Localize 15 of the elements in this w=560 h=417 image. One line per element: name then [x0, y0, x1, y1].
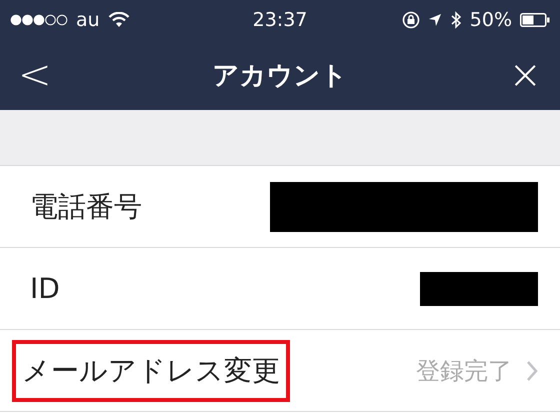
battery-percent: 50%: [470, 9, 512, 31]
row-value: 登録完了: [416, 356, 512, 386]
carrier-name: au: [76, 9, 100, 31]
rotation-lock-icon: [402, 11, 420, 29]
screen-title: アカウント: [212, 60, 348, 92]
back-button[interactable]: <: [14, 55, 56, 95]
bluetooth-icon: [450, 11, 462, 29]
signal-icon: [10, 14, 68, 26]
battery-icon: [520, 13, 550, 27]
status-time: 23:37: [252, 9, 308, 31]
close-button[interactable]: ×: [504, 55, 546, 95]
location-arrow-icon: [428, 13, 442, 27]
row-label[interactable]: 電話番号: [30, 188, 270, 226]
row-label[interactable]: ID: [30, 272, 420, 305]
wifi-icon: [108, 12, 130, 28]
